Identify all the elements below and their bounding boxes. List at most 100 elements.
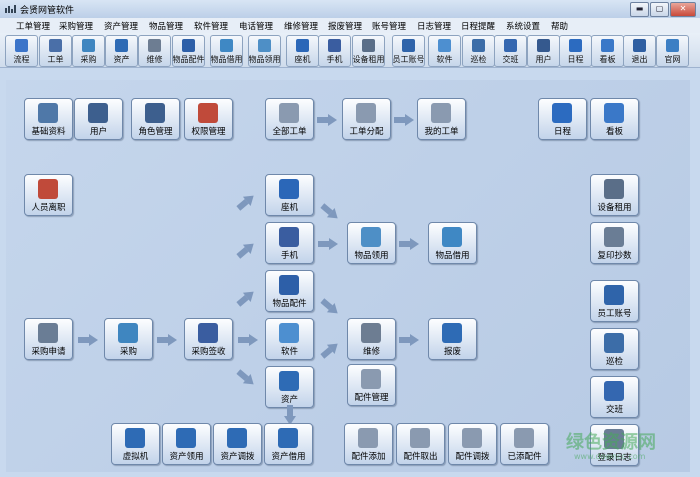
- tools-icon: [148, 39, 161, 52]
- flow-arrow: [157, 334, 177, 346]
- bell-icon: [604, 103, 624, 123]
- node-parts-added[interactable]: 已添配件: [500, 423, 549, 465]
- node-basic-data[interactable]: 基础资料: [24, 98, 73, 140]
- toolbar-asset-button[interactable]: 资产: [105, 35, 138, 67]
- handover-icon: [604, 381, 624, 401]
- toolbar-exit-button[interactable]: 退出: [623, 35, 656, 67]
- flow-arrow: [317, 114, 337, 126]
- node-patrol[interactable]: 巡检: [590, 328, 639, 370]
- document-icon: [356, 103, 376, 123]
- menu-help[interactable]: 帮助: [551, 20, 568, 32]
- calendar-icon: [552, 103, 572, 123]
- node-virtual-machine[interactable]: 虚拟机: [111, 423, 160, 465]
- node-mobile[interactable]: 手机: [265, 222, 314, 264]
- toolbar-handover-button[interactable]: 交班: [494, 35, 527, 67]
- node-purchase[interactable]: 采购: [104, 318, 153, 360]
- patrol-icon: [604, 333, 624, 353]
- menu-schedule[interactable]: 日程提醒: [461, 20, 495, 32]
- node-role-manage[interactable]: 角色管理: [131, 98, 180, 140]
- toolbar-website-button[interactable]: 官网: [656, 35, 689, 67]
- toolbar-mobile-button[interactable]: 手机: [318, 35, 351, 67]
- toolbar-repair-button[interactable]: 维修: [138, 35, 171, 67]
- users-icon: [145, 103, 165, 123]
- toolbar-order-button[interactable]: 工单: [39, 35, 72, 67]
- menu-asset[interactable]: 资产管理: [104, 20, 138, 32]
- exit-icon: [633, 39, 646, 52]
- toolbar-software-button[interactable]: 软件: [428, 35, 461, 67]
- document-transfer-icon: [462, 428, 482, 448]
- computer-icon: [278, 428, 298, 448]
- menu-repair[interactable]: 维修管理: [284, 20, 318, 32]
- node-schedule[interactable]: 日程: [538, 98, 587, 140]
- node-staff-leave[interactable]: 人员离职: [24, 174, 73, 216]
- maximize-button[interactable]: ▢: [650, 2, 669, 17]
- node-goods-borrow[interactable]: 物品借用: [428, 222, 477, 264]
- phone-icon: [279, 179, 299, 199]
- document-remove-icon: [410, 428, 430, 448]
- toolbar-goods-use-button[interactable]: 物品领用: [248, 35, 281, 67]
- menu-work-order[interactable]: 工单管理: [16, 20, 50, 32]
- toolbar-goods-borrow-button[interactable]: 物品借用: [210, 35, 243, 67]
- network-icon: [514, 428, 534, 448]
- menu-scrap[interactable]: 报废管理: [328, 20, 362, 32]
- menu-settings[interactable]: 系统设置: [506, 20, 540, 32]
- node-landline[interactable]: 座机: [265, 174, 314, 216]
- minimize-button[interactable]: ▬: [630, 2, 649, 17]
- node-all-orders[interactable]: 全部工单: [265, 98, 314, 140]
- node-staff-account[interactable]: 员工账号: [590, 280, 639, 322]
- node-goods-use[interactable]: 物品领用: [347, 222, 396, 264]
- menu-account[interactable]: 账号管理: [372, 20, 406, 32]
- menu-log[interactable]: 日志管理: [417, 20, 451, 32]
- menu-bar: 工单管理 采购管理 资产管理 物品管理 软件管理 电话管理 维修管理 报废管理 …: [0, 18, 700, 34]
- cart-icon: [118, 323, 138, 343]
- node-copy-print[interactable]: 复印抄数: [590, 222, 639, 264]
- user-icon: [88, 103, 108, 123]
- save-icon: [198, 323, 218, 343]
- toolbar-flow-button[interactable]: 流程: [5, 35, 38, 67]
- lock-icon: [604, 285, 624, 305]
- tools-icon: [361, 323, 381, 343]
- node-repair[interactable]: 维修: [347, 318, 396, 360]
- toolbar-purchase-button[interactable]: 采购: [72, 35, 105, 67]
- node-parts-manage[interactable]: 配件管理: [347, 364, 396, 406]
- node-permission-manage[interactable]: 权限管理: [184, 98, 233, 140]
- close-button[interactable]: ✕: [670, 2, 696, 17]
- flow-icon: [15, 39, 28, 52]
- title-bar: 会贤网管软件 ▬ ▢ ✕: [0, 0, 700, 19]
- flow-arrow: [238, 334, 258, 346]
- node-my-orders[interactable]: 我的工单: [417, 98, 466, 140]
- node-order-assign[interactable]: 工单分配: [342, 98, 391, 140]
- node-software[interactable]: 软件: [265, 318, 314, 360]
- menu-phone[interactable]: 电话管理: [239, 20, 273, 32]
- disc-icon: [438, 39, 451, 52]
- node-handover[interactable]: 交班: [590, 376, 639, 418]
- node-parts-transfer[interactable]: 配件调拨: [448, 423, 497, 465]
- node-purchase-request[interactable]: 采购申请: [24, 318, 73, 360]
- node-asset-transfer[interactable]: 资产调拨: [213, 423, 262, 465]
- window-title: 会贤网管软件: [20, 6, 75, 16]
- phone-icon: [296, 39, 309, 52]
- node-asset-use[interactable]: 资产领用: [162, 423, 211, 465]
- toolbar-staff-account-button[interactable]: 员工账号: [392, 35, 425, 67]
- node-kanban[interactable]: 看板: [590, 98, 639, 140]
- goods-use-icon: [361, 227, 381, 247]
- menu-goods[interactable]: 物品管理: [149, 20, 183, 32]
- node-user[interactable]: 用户: [74, 98, 123, 140]
- node-scrap[interactable]: 报废: [428, 318, 477, 360]
- node-parts-out[interactable]: 配件取出: [396, 423, 445, 465]
- toolbar-goods-parts-button[interactable]: 物品配件: [172, 35, 205, 67]
- node-goods-parts[interactable]: 物品配件: [265, 270, 314, 312]
- menu-purchase[interactable]: 采购管理: [59, 20, 93, 32]
- node-asset[interactable]: 资产: [265, 366, 314, 408]
- user-icon: [537, 39, 550, 52]
- node-equip-rent[interactable]: 设备租用: [590, 174, 639, 216]
- network-icon: [182, 39, 195, 52]
- watermark: 绿色资源网: [566, 432, 656, 453]
- node-parts-add[interactable]: 配件添加: [344, 423, 393, 465]
- disc-icon: [279, 323, 299, 343]
- node-asset-borrow[interactable]: 资产借用: [264, 423, 313, 465]
- node-purchase-receive[interactable]: 采购签收: [184, 318, 233, 360]
- computer-icon: [279, 371, 299, 391]
- toolbar-equip-rent-button[interactable]: 设备租用: [352, 35, 385, 67]
- menu-software[interactable]: 软件管理: [194, 20, 228, 32]
